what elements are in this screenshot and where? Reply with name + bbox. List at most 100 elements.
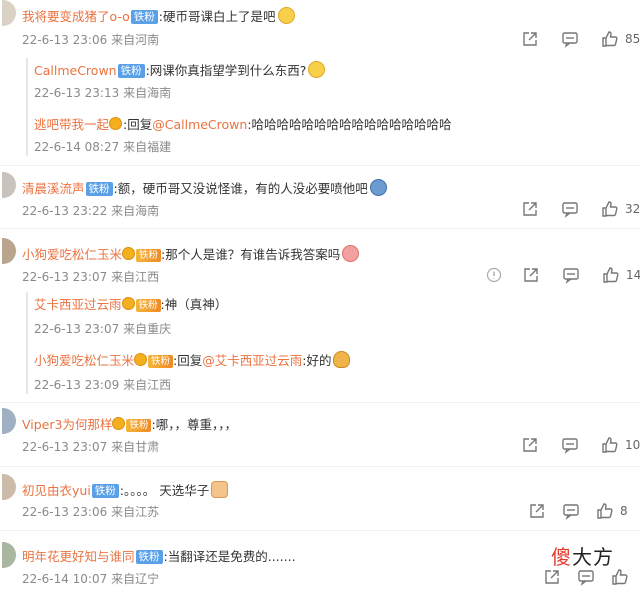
reply-line: 逃吧带我一起:回复@CallmeCrown:哈哈哈哈哈哈哈哈哈哈哈哈哈哈哈哈: [34, 114, 452, 133]
ok-emoji-icon: [333, 351, 351, 368]
like-count: 32: [625, 202, 640, 216]
comment-text: :哪，，尊重，，，: [151, 417, 237, 432]
fan-badge: 铁粉: [130, 10, 158, 24]
comment-text: :那个人是谁？有谁告诉我答案吗: [161, 247, 341, 262]
mention-link[interactable]: @艾卡西亚过云雨: [202, 353, 302, 368]
like-icon[interactable]: [602, 266, 620, 284]
location: 来自河南: [111, 33, 160, 47]
comment-icon[interactable]: [561, 200, 579, 218]
username[interactable]: 艾卡西亚过云雨: [34, 297, 122, 312]
report-icon[interactable]: [486, 267, 502, 283]
comment-icon[interactable]: [577, 568, 595, 586]
avatar[interactable]: [2, 238, 16, 264]
location: 来自江苏: [111, 505, 160, 519]
location: 来自海南: [123, 86, 172, 100]
share-icon[interactable]: [543, 568, 561, 586]
timestamp: 22-6-14 10:07: [22, 572, 108, 586]
share-icon[interactable]: [528, 502, 546, 520]
username[interactable]: 初见由衣yui: [22, 483, 91, 498]
timestamp: 22-6-13 23:13: [34, 86, 120, 100]
fan-badge: 铁粉: [117, 64, 145, 78]
comment-meta: 22-6-13 23:06 来自河南: [22, 31, 159, 48]
comment-icon[interactable]: [561, 436, 579, 454]
share-icon[interactable]: [521, 436, 539, 454]
like-icon[interactable]: [601, 436, 619, 454]
crown-badge-icon: [112, 417, 126, 430]
like-icon[interactable]: [601, 30, 619, 48]
username[interactable]: 我将要变成猪了o-o: [22, 9, 130, 24]
action-bar: 8: [528, 502, 628, 520]
comment-text: :。。。。 天选华子: [119, 483, 210, 498]
fan-badge: 铁粉: [135, 550, 163, 564]
username[interactable]: CallmeCrown: [34, 63, 117, 78]
fan-badge: 铁粉: [136, 249, 162, 262]
mention-link[interactable]: @CallmeCrown: [152, 117, 247, 132]
share-icon[interactable]: [522, 266, 540, 284]
watermark-rest: 大方: [572, 545, 614, 569]
like-count: 85: [625, 32, 640, 46]
comment-icon[interactable]: [562, 502, 580, 520]
doge-emoji-icon: [308, 61, 326, 78]
location: 来自江西: [111, 270, 160, 284]
username[interactable]: 明年花更好知与谁同: [22, 549, 135, 564]
comment-icon[interactable]: [561, 30, 579, 48]
timestamp: 22-6-13 23:07: [22, 440, 108, 454]
username[interactable]: 小狗爱吃松仁玉米: [22, 247, 122, 262]
timestamp: 22-6-13 23:07: [34, 322, 120, 336]
comment-line: 我将要变成猪了o-o 铁粉:硬币哥课白上了是吧: [22, 6, 295, 25]
comment-meta: 22-6-13 23:07 来自江西: [22, 268, 159, 285]
timestamp: 22-6-13 23:22: [22, 204, 108, 218]
timestamp: 22-6-13 23:07: [22, 270, 108, 284]
location: 来自海南: [111, 204, 160, 218]
username[interactable]: 清晨溪流声: [22, 181, 85, 196]
avatar[interactable]: [2, 0, 16, 26]
reply-text: :网课你真指望学到什么东西?: [145, 63, 307, 78]
comment-meta: 22-6-14 10:07 来自辽宁: [22, 570, 159, 587]
divider: [0, 402, 640, 403]
comment-line: 明年花更好知与谁同 铁粉:当翻译还是免费的.......: [22, 546, 296, 565]
timestamp: 22-6-13 23:09: [34, 378, 120, 392]
like-icon[interactable]: [611, 568, 629, 586]
divider: [0, 165, 640, 166]
fan-badge: 铁粉: [135, 299, 161, 312]
watermark: 傻大方: [551, 541, 614, 570]
reply-thread: CallmeCrown 铁粉:网课你真指望学到什么东西? 22-6-13 23:1…: [26, 58, 452, 156]
avatar[interactable]: [2, 542, 16, 568]
watermark-first-char: 傻: [551, 545, 572, 569]
fan-badge: 铁粉: [91, 484, 119, 498]
comment-icon[interactable]: [562, 266, 580, 284]
reply-meta: 22-6-13 23:09 来自江西: [34, 376, 171, 393]
avatar[interactable]: [2, 474, 16, 500]
divider: [0, 466, 640, 467]
username[interactable]: 小狗爱吃松仁玉米: [34, 353, 134, 368]
comment-line: 初见由衣yui 铁粉:。。。。 天选华子: [22, 480, 229, 499]
comment-line: Viper3为何那样 铁粉:哪，，尊重，，，: [22, 414, 237, 433]
comment-line: 清晨溪流声 铁粉:额，硬币哥又没说怪谁，有的人没必要喷他吧: [22, 178, 387, 197]
fan-badge: 铁粉: [85, 182, 113, 196]
like-icon[interactable]: [596, 502, 614, 520]
share-icon[interactable]: [521, 200, 539, 218]
avatar[interactable]: [2, 408, 16, 434]
fan-badge: 铁粉: [126, 419, 152, 432]
thumbs-up-emoji-icon: [211, 481, 229, 498]
reply-line: CallmeCrown 铁粉:网课你真指望学到什么东西?: [34, 60, 326, 79]
reply-thread: 艾卡西亚过云雨 铁粉:神（真神） 22-6-13 23:07 来自重庆 小狗爱吃松…: [26, 292, 351, 394]
like-icon[interactable]: [601, 200, 619, 218]
reply-prefix: :回复: [173, 353, 203, 368]
username[interactable]: Viper3为何那样: [22, 417, 112, 432]
action-bar: 32: [521, 200, 640, 218]
share-icon[interactable]: [521, 30, 539, 48]
avatar[interactable]: [2, 172, 16, 198]
divider: [0, 530, 640, 531]
timestamp: 22-6-14 08:27: [34, 140, 120, 154]
action-bar: 85: [521, 30, 640, 48]
reply-text: :好的: [302, 353, 332, 368]
timestamp: 22-6-13 23:06: [22, 33, 108, 47]
crown-badge-icon: [109, 117, 123, 130]
like-count: 8: [620, 504, 628, 518]
username[interactable]: 逃吧带我一起: [34, 117, 109, 132]
reply-meta: 22-6-13 23:07 来自重庆: [34, 320, 171, 337]
crown-badge-icon: [121, 297, 135, 310]
location: 来自福建: [123, 140, 172, 154]
reply-meta: 22-6-13 23:13 来自海南: [34, 84, 171, 101]
